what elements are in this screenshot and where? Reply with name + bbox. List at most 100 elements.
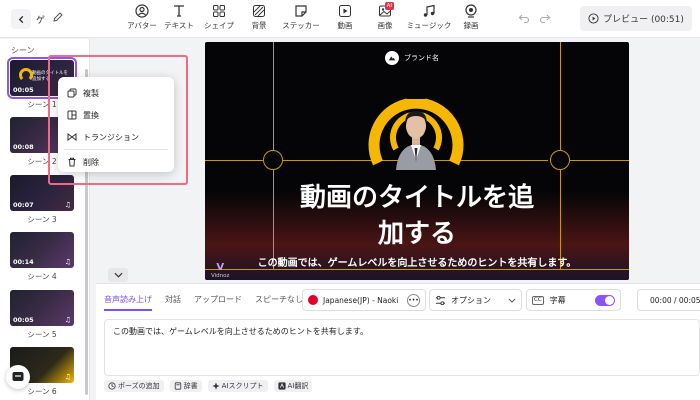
cc-icon: CC bbox=[532, 295, 544, 305]
music-note-icon: ♫ bbox=[64, 201, 71, 209]
tool-text[interactable]: テキスト bbox=[162, 4, 196, 34]
decor-line bbox=[570, 160, 629, 161]
brand-badge: ブランド名 bbox=[385, 51, 439, 65]
voice-name: Japanese(JP) - Naoki bbox=[323, 295, 399, 305]
scene-label: シーン 4 bbox=[27, 272, 57, 281]
tool-record[interactable]: 録画 bbox=[456, 4, 486, 34]
tab-text-to-speech[interactable]: 音声読み上げ bbox=[104, 294, 152, 311]
scene-thumbnail[interactable]: 00:05 ♫ bbox=[10, 290, 74, 326]
chip-label: ポーズの追加 bbox=[118, 382, 160, 390]
ai-translate-icon bbox=[277, 382, 286, 390]
tool-video[interactable]: 動画 bbox=[328, 4, 362, 34]
tool-label: 背景 bbox=[251, 21, 267, 30]
scene-duration: 00:05 bbox=[13, 86, 34, 94]
clock-icon bbox=[108, 382, 116, 390]
audio-preview-player[interactable]: 00:00 / 00:05 bbox=[637, 289, 700, 311]
subtitle-label: 字幕 bbox=[549, 295, 566, 305]
options-dropdown[interactable]: オプション bbox=[429, 289, 522, 311]
project-name[interactable]: ゲ bbox=[36, 13, 45, 26]
scene-item-5[interactable]: 00:05 ♫ シーン 5 bbox=[10, 290, 74, 340]
scene-duration: 00:05 bbox=[13, 316, 34, 324]
record-icon bbox=[465, 4, 477, 18]
shapes-icon bbox=[213, 5, 225, 17]
music-note-icon: ♫ bbox=[64, 258, 71, 266]
ai-translate-button[interactable]: AI翻訳 bbox=[273, 380, 313, 392]
subtitle-control: CC 字幕 bbox=[526, 289, 621, 311]
video-title-line-2: 加する bbox=[377, 219, 456, 249]
video-subtitle[interactable]: この動画では、ゲームレベルを向上させるためのヒントを共有します。 bbox=[205, 254, 629, 269]
scene-duration: 00:14 bbox=[13, 258, 34, 266]
video-icon bbox=[339, 5, 351, 17]
tool-avatar[interactable]: アバター bbox=[125, 4, 159, 34]
chevron-down-icon bbox=[113, 272, 123, 278]
ai-script-button[interactable]: AIスクリプト bbox=[207, 380, 268, 392]
dictionary-icon bbox=[174, 382, 181, 390]
chevron-left-icon bbox=[18, 15, 23, 23]
script-panel: 音声読み上げ 対話 アップロード スピーチなし Japanese(JP) - N… bbox=[96, 283, 700, 400]
video-title-line-1: 動画のタイトルを追 bbox=[299, 183, 534, 213]
ai-badge: AI bbox=[384, 2, 394, 10]
script-tool-chips: ポーズの追加 辞書 AIスクリプト AI翻訳 bbox=[104, 380, 313, 392]
script-tabs: 音声読み上げ 対話 アップロード スピーチなし bbox=[104, 294, 303, 311]
watermark-text: Vidnoz bbox=[211, 273, 230, 279]
chip-label: 辞書 bbox=[183, 382, 198, 390]
back-button[interactable] bbox=[11, 9, 31, 29]
tab-upload[interactable]: アップロード bbox=[194, 294, 242, 311]
background-icon bbox=[253, 5, 265, 17]
tool-label: シェイプ bbox=[204, 21, 234, 30]
music-note-icon: ♫ bbox=[64, 373, 71, 381]
tool-list: アバター テキスト シェイプ 背景 ステッカー 動画 AI 画像 ミュージック … bbox=[125, 2, 486, 34]
video-title[interactable]: 動画のタイトルを追 加する bbox=[205, 180, 629, 252]
decor-line bbox=[205, 269, 629, 270]
redo-icon[interactable] bbox=[539, 12, 551, 24]
scene-label: シーン 3 bbox=[27, 215, 57, 224]
decor-node bbox=[263, 150, 283, 170]
scene-duration: 00:07 bbox=[13, 201, 34, 209]
tool-shapes[interactable]: シェイプ bbox=[202, 4, 236, 34]
decor-line bbox=[560, 42, 561, 151]
tool-label: 画像 bbox=[377, 21, 393, 30]
script-textarea[interactable]: この動画では、ゲームレベルを向上させるためのヒントを共有します。 bbox=[104, 319, 700, 376]
sliders-icon bbox=[435, 295, 446, 305]
music-icon bbox=[423, 4, 435, 17]
tool-label: 動画 bbox=[337, 21, 353, 30]
tool-label: 録画 bbox=[463, 21, 479, 30]
add-pause-button[interactable]: ポーズの追加 bbox=[104, 380, 164, 392]
tool-background[interactable]: 背景 bbox=[242, 4, 276, 34]
preview-button[interactable]: プレビュー (00:51) bbox=[580, 6, 692, 31]
edit-icon[interactable] bbox=[52, 11, 64, 23]
dictionary-button[interactable]: 辞書 bbox=[169, 380, 202, 392]
scene-duration: 00:08 bbox=[13, 143, 34, 151]
scene-thumbnail[interactable]: 00:14 ♫ bbox=[10, 232, 74, 268]
options-label: オプション bbox=[451, 295, 491, 305]
tool-sticker[interactable]: ステッカー bbox=[280, 4, 322, 34]
undo-icon[interactable] bbox=[518, 12, 530, 24]
japan-flag-icon bbox=[308, 295, 318, 305]
decor-line bbox=[273, 42, 274, 151]
chat-button[interactable] bbox=[6, 365, 30, 389]
watermark-logo: V Vidnoz bbox=[211, 262, 229, 279]
more-dots-icon[interactable]: ••• bbox=[407, 293, 420, 307]
avatar-presenter[interactable] bbox=[392, 104, 440, 170]
tool-image[interactable]: AI 画像 bbox=[368, 2, 402, 34]
collapse-panel-button[interactable] bbox=[108, 268, 128, 282]
tool-label: アバター bbox=[127, 21, 157, 30]
chat-icon bbox=[12, 372, 24, 381]
video-canvas[interactable]: ブランド名 動画のタイトルを追 加する この動画では、ゲームレベルを向上させるた… bbox=[205, 42, 629, 280]
tool-music[interactable]: ミュージック bbox=[406, 4, 452, 34]
scene-item-4[interactable]: 00:14 ♫ シーン 4 bbox=[10, 232, 74, 282]
brand-logo-icon bbox=[385, 51, 399, 65]
ai-script-icon bbox=[212, 382, 220, 390]
play-circle-icon bbox=[588, 13, 599, 24]
player-time: 00:00 / 00:05 bbox=[650, 295, 700, 305]
chip-label: AI翻訳 bbox=[287, 382, 309, 390]
decor-node bbox=[550, 150, 570, 170]
tab-no-speech[interactable]: スピーチなし bbox=[255, 294, 303, 311]
chip-label: AIスクリプト bbox=[221, 382, 264, 390]
voice-selector[interactable]: Japanese(JP) - Naoki ••• bbox=[302, 289, 426, 311]
avatar-icon bbox=[135, 4, 149, 18]
subtitle-toggle[interactable] bbox=[595, 294, 615, 306]
brand-name: ブランド名 bbox=[404, 54, 439, 62]
tab-dialogue[interactable]: 対話 bbox=[165, 294, 181, 311]
decor-line bbox=[205, 160, 263, 161]
